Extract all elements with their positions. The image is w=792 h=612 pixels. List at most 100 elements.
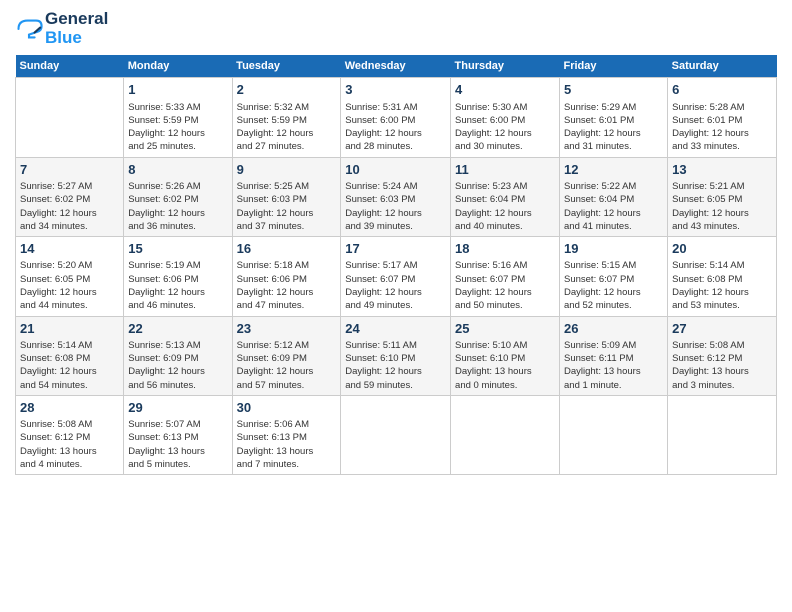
day-number: 6 — [672, 81, 772, 99]
day-info: Sunrise: 5:07 AM Sunset: 6:13 PM Dayligh… — [128, 419, 205, 470]
day-number: 18 — [455, 240, 555, 258]
calendar-cell — [451, 395, 560, 474]
day-number: 29 — [128, 399, 227, 417]
day-info: Sunrise: 5:10 AM Sunset: 6:10 PM Dayligh… — [455, 340, 532, 391]
calendar-cell: 29 Sunrise: 5:07 AM Sunset: 6:13 PM Dayli… — [124, 395, 232, 474]
page-header: General Blue — [15, 10, 777, 47]
day-number: 14 — [20, 240, 119, 258]
day-info: Sunrise: 5:19 AM Sunset: 6:06 PM Dayligh… — [128, 260, 205, 311]
calendar-cell: 18 Sunrise: 5:16 AM Sunset: 6:07 PM Dayli… — [451, 237, 560, 316]
day-info: Sunrise: 5:31 AM Sunset: 6:00 PM Dayligh… — [345, 102, 422, 153]
day-number: 25 — [455, 320, 555, 338]
calendar-cell: 22 Sunrise: 5:13 AM Sunset: 6:09 PM Dayli… — [124, 316, 232, 395]
day-info: Sunrise: 5:08 AM Sunset: 6:12 PM Dayligh… — [20, 419, 97, 470]
day-info: Sunrise: 5:09 AM Sunset: 6:11 PM Dayligh… — [564, 340, 641, 391]
day-number: 27 — [672, 320, 772, 338]
day-number: 30 — [237, 399, 337, 417]
calendar-cell: 7Sunrise: 5:27 AM Sunset: 6:02 PM Daylig… — [16, 157, 124, 236]
day-number: 13 — [672, 161, 772, 179]
day-info: Sunrise: 5:30 AM Sunset: 6:00 PM Dayligh… — [455, 102, 532, 153]
calendar-cell: 28 Sunrise: 5:08 AM Sunset: 6:12 PM Dayli… — [16, 395, 124, 474]
column-header-wednesday: Wednesday — [341, 55, 451, 78]
day-info: Sunrise: 5:20 AM Sunset: 6:05 PM Dayligh… — [20, 260, 97, 311]
calendar-cell: 20 Sunrise: 5:14 AM Sunset: 6:08 PM Dayli… — [668, 237, 777, 316]
day-number: 1 — [128, 81, 227, 99]
column-header-thursday: Thursday — [451, 55, 560, 78]
day-number: 22 — [128, 320, 227, 338]
logo-text: General Blue — [45, 10, 108, 47]
day-number: 8 — [128, 161, 227, 179]
calendar-cell: 15Sunrise: 5:19 AM Sunset: 6:06 PM Dayli… — [124, 237, 232, 316]
day-info: Sunrise: 5:14 AM Sunset: 6:08 PM Dayligh… — [20, 340, 97, 391]
calendar-cell: 11 Sunrise: 5:23 AM Sunset: 6:04 PM Dayli… — [451, 157, 560, 236]
day-number: 28 — [20, 399, 119, 417]
column-header-friday: Friday — [560, 55, 668, 78]
column-header-tuesday: Tuesday — [232, 55, 341, 78]
day-info: Sunrise: 5:12 AM Sunset: 6:09 PM Dayligh… — [237, 340, 314, 391]
day-number: 2 — [237, 81, 337, 99]
day-number: 16 — [237, 240, 337, 258]
page-container: General Blue SundayMondayTuesdayWednesda… — [0, 0, 792, 485]
day-number: 12 — [564, 161, 663, 179]
day-number: 10 — [345, 161, 446, 179]
day-number: 5 — [564, 81, 663, 99]
day-info: Sunrise: 5:13 AM Sunset: 6:09 PM Dayligh… — [128, 340, 205, 391]
calendar-cell: 4 Sunrise: 5:30 AM Sunset: 6:00 PM Daylig… — [451, 78, 560, 157]
calendar-cell: 13 Sunrise: 5:21 AM Sunset: 6:05 PM Dayli… — [668, 157, 777, 236]
calendar-header-row: SundayMondayTuesdayWednesdayThursdayFrid… — [16, 55, 777, 78]
day-info: Sunrise: 5:22 AM Sunset: 6:04 PM Dayligh… — [564, 181, 641, 232]
day-info: Sunrise: 5:26 AM Sunset: 6:02 PM Dayligh… — [128, 181, 205, 232]
calendar-cell — [560, 395, 668, 474]
day-info: Sunrise: 5:32 AM Sunset: 5:59 PM Dayligh… — [237, 102, 314, 153]
calendar-cell: 27Sunrise: 5:08 AM Sunset: 6:12 PM Dayli… — [668, 316, 777, 395]
calendar-week-row: 21 Sunrise: 5:14 AM Sunset: 6:08 PM Dayli… — [16, 316, 777, 395]
day-info: Sunrise: 5:23 AM Sunset: 6:04 PM Dayligh… — [455, 181, 532, 232]
calendar-cell: 24 Sunrise: 5:11 AM Sunset: 6:10 PM Dayli… — [341, 316, 451, 395]
day-number: 20 — [672, 240, 772, 258]
day-number: 9 — [237, 161, 337, 179]
calendar-cell — [341, 395, 451, 474]
calendar-cell — [16, 78, 124, 157]
day-info: Sunrise: 5:28 AM Sunset: 6:01 PM Dayligh… — [672, 102, 749, 153]
calendar-cell: 9 Sunrise: 5:25 AM Sunset: 6:03 PM Daylig… — [232, 157, 341, 236]
day-number: 4 — [455, 81, 555, 99]
day-info: Sunrise: 5:11 AM Sunset: 6:10 PM Dayligh… — [345, 340, 422, 391]
calendar-cell: 30Sunrise: 5:06 AM Sunset: 6:13 PM Dayli… — [232, 395, 341, 474]
calendar-cell: 1 Sunrise: 5:33 AM Sunset: 5:59 PM Daylig… — [124, 78, 232, 157]
day-number: 24 — [345, 320, 446, 338]
calendar-cell: 17 Sunrise: 5:17 AM Sunset: 6:07 PM Dayli… — [341, 237, 451, 316]
day-number: 21 — [20, 320, 119, 338]
day-info: Sunrise: 5:15 AM Sunset: 6:07 PM Dayligh… — [564, 260, 641, 311]
calendar-cell: 21 Sunrise: 5:14 AM Sunset: 6:08 PM Dayli… — [16, 316, 124, 395]
day-info: Sunrise: 5:18 AM Sunset: 6:06 PM Dayligh… — [237, 260, 314, 311]
day-info: Sunrise: 5:21 AM Sunset: 6:05 PM Dayligh… — [672, 181, 749, 232]
column-header-saturday: Saturday — [668, 55, 777, 78]
calendar-cell: 5Sunrise: 5:29 AM Sunset: 6:01 PM Daylig… — [560, 78, 668, 157]
calendar-cell: 10 Sunrise: 5:24 AM Sunset: 6:03 PM Dayli… — [341, 157, 451, 236]
day-info: Sunrise: 5:14 AM Sunset: 6:08 PM Dayligh… — [672, 260, 749, 311]
calendar-table: SundayMondayTuesdayWednesdayThursdayFrid… — [15, 55, 777, 475]
day-info: Sunrise: 5:16 AM Sunset: 6:07 PM Dayligh… — [455, 260, 532, 311]
day-number: 17 — [345, 240, 446, 258]
calendar-cell: 16 Sunrise: 5:18 AM Sunset: 6:06 PM Dayli… — [232, 237, 341, 316]
calendar-cell: 23 Sunrise: 5:12 AM Sunset: 6:09 PM Dayli… — [232, 316, 341, 395]
calendar-week-row: 1 Sunrise: 5:33 AM Sunset: 5:59 PM Daylig… — [16, 78, 777, 157]
calendar-cell: 3 Sunrise: 5:31 AM Sunset: 6:00 PM Daylig… — [341, 78, 451, 157]
day-number: 23 — [237, 320, 337, 338]
day-number: 3 — [345, 81, 446, 99]
day-info: Sunrise: 5:25 AM Sunset: 6:03 PM Dayligh… — [237, 181, 314, 232]
logo: General Blue — [15, 10, 108, 47]
day-info: Sunrise: 5:27 AM Sunset: 6:02 PM Dayligh… — [20, 181, 97, 232]
day-info: Sunrise: 5:33 AM Sunset: 5:59 PM Dayligh… — [128, 102, 205, 153]
calendar-cell: 26Sunrise: 5:09 AM Sunset: 6:11 PM Dayli… — [560, 316, 668, 395]
calendar-cell: 14 Sunrise: 5:20 AM Sunset: 6:05 PM Dayli… — [16, 237, 124, 316]
calendar-cell: 8 Sunrise: 5:26 AM Sunset: 6:02 PM Daylig… — [124, 157, 232, 236]
logo-icon — [15, 15, 43, 43]
calendar-cell: 19Sunrise: 5:15 AM Sunset: 6:07 PM Dayli… — [560, 237, 668, 316]
column-header-sunday: Sunday — [16, 55, 124, 78]
day-number: 11 — [455, 161, 555, 179]
day-info: Sunrise: 5:17 AM Sunset: 6:07 PM Dayligh… — [345, 260, 422, 311]
calendar-cell — [668, 395, 777, 474]
day-info: Sunrise: 5:24 AM Sunset: 6:03 PM Dayligh… — [345, 181, 422, 232]
calendar-cell: 2 Sunrise: 5:32 AM Sunset: 5:59 PM Daylig… — [232, 78, 341, 157]
